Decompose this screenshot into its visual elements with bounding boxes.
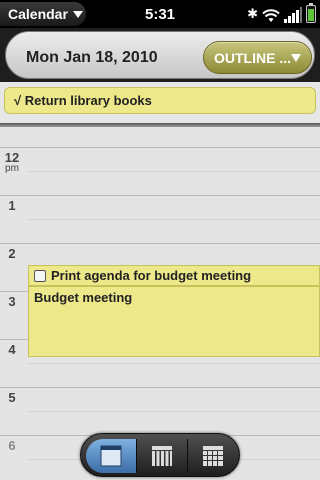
- hour-label: 5: [8, 390, 16, 405]
- hour-line: [0, 243, 320, 244]
- half-hour-line: [28, 411, 320, 412]
- all-day-event-label: √ Return library books: [14, 93, 152, 108]
- month-view-button[interactable]: [188, 439, 238, 473]
- meeting-event-title: Budget meeting: [34, 290, 133, 305]
- hour-line: [0, 147, 320, 148]
- all-day-event[interactable]: √ Return library books: [4, 87, 316, 114]
- view-selector-label: OUTLINE ...: [214, 49, 291, 66]
- day-view-button[interactable]: [86, 439, 136, 473]
- month-view-icon: [203, 446, 223, 466]
- hour-label: 6: [8, 438, 16, 453]
- hour-suffix: pm: [5, 163, 19, 174]
- wifi-icon: [262, 9, 280, 22]
- battery-icon: [306, 3, 316, 23]
- view-selector-button[interactable]: OUTLINE ...: [203, 41, 312, 74]
- week-view-icon: [152, 446, 172, 466]
- header-bar: Mon Jan 18, 2010 OUTLINE ...: [0, 28, 320, 82]
- day-grid[interactable]: 12 pm 1 2 3 4 5 6 Print agenda for budge…: [0, 127, 320, 480]
- hour-line: [0, 387, 320, 388]
- date-title[interactable]: Mon Jan 18, 2010: [26, 49, 158, 67]
- hour-label: 2: [8, 246, 16, 261]
- all-day-area: √ Return library books: [0, 82, 320, 126]
- task-event[interactable]: Print agenda for budget meeting: [28, 265, 320, 286]
- meeting-event[interactable]: Budget meeting: [28, 286, 320, 357]
- status-icons: ✱: [247, 3, 316, 23]
- bluetooth-icon: ✱: [247, 6, 258, 21]
- chevron-down-icon: [291, 54, 301, 62]
- hour-label: 3: [8, 294, 16, 309]
- task-event-title: Print agenda for budget meeting: [51, 268, 252, 283]
- hour-label: 1: [8, 198, 16, 213]
- hour-line: [0, 195, 320, 196]
- day-view-icon: [100, 445, 122, 467]
- status-bar: Calendar 5:31 ✱: [0, 0, 320, 28]
- half-hour-line: [28, 219, 320, 220]
- header-pill: Mon Jan 18, 2010 OUTLINE ...: [5, 31, 315, 79]
- half-hour-line: [28, 171, 320, 172]
- hour-label: 4: [8, 342, 16, 357]
- half-hour-line: [28, 363, 320, 364]
- signal-icon: [284, 7, 302, 23]
- view-switcher: [80, 433, 240, 477]
- task-checkbox[interactable]: [34, 269, 46, 282]
- week-view-button[interactable]: [137, 439, 187, 473]
- hour-label: 12 pm: [0, 150, 24, 174]
